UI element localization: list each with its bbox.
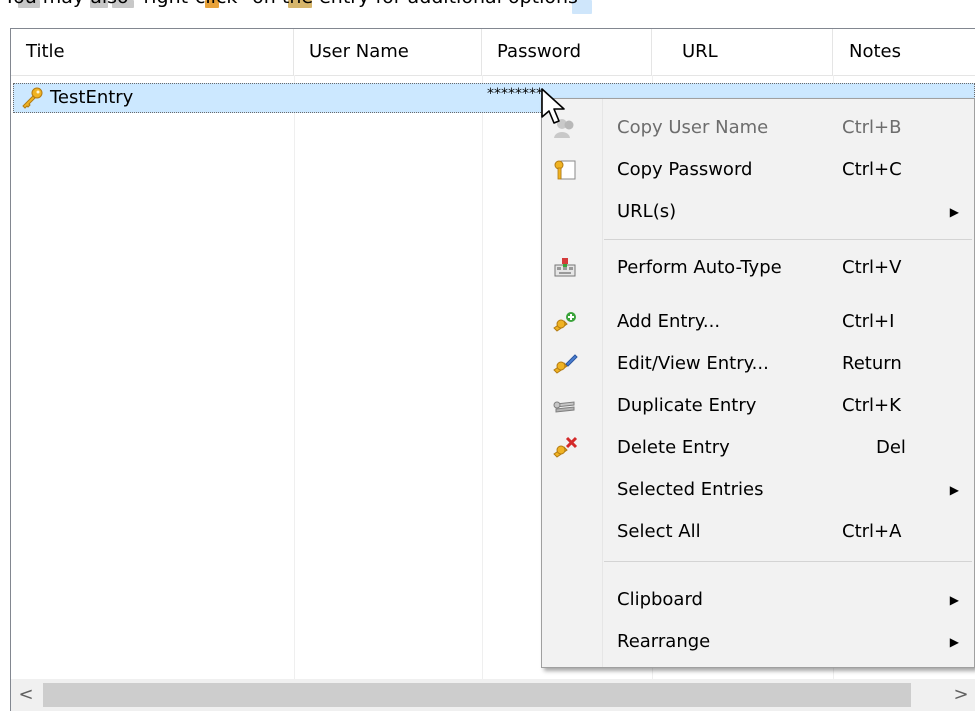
menu-item-label: Duplicate Entry [617,395,757,416]
menu-item-shortcut: Ctrl+I [842,311,895,332]
menu-item-label: Add Entry... [617,311,721,332]
menu-item-label: Clipboard [617,589,703,610]
column-header-url[interactable]: URL [652,29,833,75]
mouse-cursor-icon [539,87,569,127]
menu-item-label: Edit/View Entry... [617,353,769,374]
menu-item-label: Rearrange [617,631,711,652]
menu-item-shortcut: Ctrl+V [842,257,902,278]
submenu-arrow-icon: ▶ [949,593,959,607]
menu-item-auto-type[interactable]: Perform Auto-Type Ctrl+V [542,247,974,289]
entry-password: ******** [487,86,543,102]
menu-item-clipboard[interactable]: Clipboard ▶ [542,579,974,621]
submenu-arrow-icon: ▶ [949,205,959,219]
menu-item-shortcut: Ctrl+K [842,395,901,416]
entry-title: TestEntry [50,87,134,108]
delete-entry-icon [552,436,578,460]
column-divider [294,75,295,680]
menu-item-add-entry[interactable]: Add Entry... Ctrl+I [542,301,974,343]
column-header-password[interactable]: Password [482,29,652,75]
scroll-left-button[interactable]: < [11,679,41,711]
menu-item-select-all[interactable]: Select All Ctrl+A [542,511,974,553]
menu-separator [604,239,972,240]
column-header-row: Title User Name Password URL Notes [11,29,975,76]
submenu-arrow-icon: ▶ [949,635,959,649]
menu-item-label: Select All [617,521,701,542]
menu-item-label: Selected Entries [617,479,764,500]
menu-item-label: URL(s) [617,201,677,222]
menu-item-delete-entry[interactable]: Delete Entry Del [542,427,974,469]
menu-item-shortcut: Del [876,437,906,458]
menu-item-copy-password[interactable]: Copy Password Ctrl+C [542,149,974,191]
menu-item-shortcut: Return [842,353,902,374]
menu-item-selected-entries[interactable]: Selected Entries ▶ [542,469,974,511]
menu-item-label: Delete Entry [617,437,730,458]
duplicate-entry-icon [552,394,578,418]
menu-item-shortcut: Ctrl+B [842,117,902,138]
column-header-notes[interactable]: Notes [833,29,975,75]
menu-separator [604,561,972,562]
instruction-caption: You may also "right-click" on the entry … [4,0,578,8]
menu-item-label: Perform Auto-Type [617,257,782,278]
key-icon [20,87,44,109]
submenu-arrow-icon: ▶ [949,483,959,497]
auto-type-icon [552,256,578,280]
edit-entry-icon [552,352,578,376]
horizontal-scrollbar[interactable]: < > [11,679,975,711]
add-entry-icon [552,310,578,334]
menu-item-urls[interactable]: URL(s) ▶ [542,191,974,233]
menu-item-copy-username[interactable]: Copy User Name Ctrl+B [542,107,974,149]
menu-item-duplicate-entry[interactable]: Duplicate Entry Ctrl+K [542,385,974,427]
menu-item-rearrange[interactable]: Rearrange ▶ [542,621,974,663]
menu-item-shortcut: Ctrl+A [842,521,902,542]
menu-item-label: Copy Password [617,159,753,180]
copy-password-icon [552,158,578,182]
menu-item-edit-entry[interactable]: Edit/View Entry... Return [542,343,974,385]
column-header-username[interactable]: User Name [294,29,482,75]
entry-context-menu: Copy User Name Ctrl+B Copy Password Ctrl… [541,98,975,668]
scroll-right-button[interactable]: > [946,679,975,711]
column-header-title[interactable]: Title [11,29,294,75]
menu-item-label: Copy User Name [617,117,769,138]
menu-item-shortcut: Ctrl+C [842,159,902,180]
scroll-thumb[interactable] [43,683,911,707]
column-divider [482,75,483,680]
